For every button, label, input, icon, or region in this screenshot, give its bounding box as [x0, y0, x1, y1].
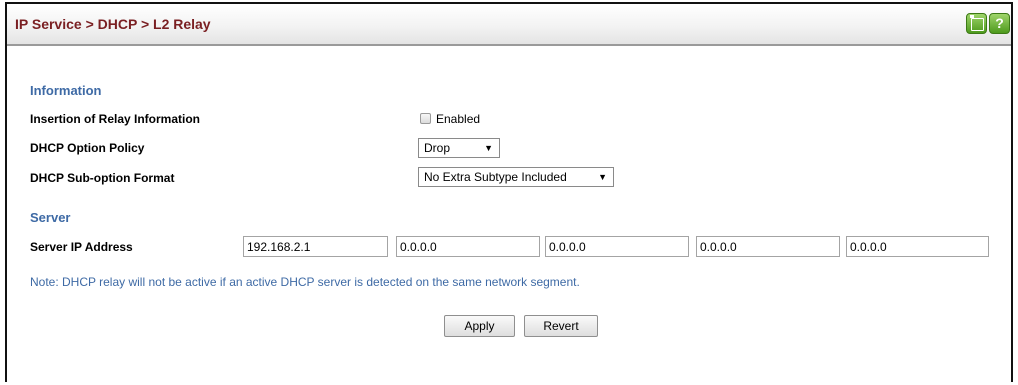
- server-ip-input-5[interactable]: [846, 236, 989, 257]
- section-information: Information: [30, 83, 102, 98]
- insertion-label: Insertion of Relay Information: [30, 112, 201, 126]
- dropdown-arrow-icon: ▼: [484, 143, 493, 153]
- server-ip-input-4[interactable]: [696, 236, 840, 257]
- server-ip-input-2[interactable]: [396, 236, 540, 257]
- help-icon[interactable]: ?: [989, 13, 1010, 34]
- title-bar: IP Service > DHCP > L2 Relay ?: [7, 4, 1011, 46]
- policy-select[interactable]: Drop ▼: [418, 138, 500, 158]
- relay-note: Note: DHCP relay will not be active if a…: [30, 275, 580, 289]
- apply-button[interactable]: Apply: [444, 315, 515, 337]
- server-ip-label: Server IP Address: [30, 240, 133, 254]
- server-ip-input-3[interactable]: [545, 236, 689, 257]
- page-title: IP Service > DHCP > L2 Relay: [15, 16, 211, 32]
- format-select[interactable]: No Extra Subtype Included ▼: [418, 167, 614, 187]
- server-ip-input-1[interactable]: [243, 236, 388, 257]
- format-label: DHCP Sub-option Format: [30, 171, 175, 185]
- policy-select-value: Drop: [424, 141, 451, 155]
- insertion-checkbox[interactable]: [420, 113, 431, 124]
- insertion-checkbox-label: Enabled: [436, 112, 481, 126]
- section-server: Server: [30, 210, 71, 225]
- revert-button[interactable]: Revert: [524, 315, 598, 337]
- dropdown-arrow-icon: ▼: [598, 172, 607, 182]
- save-icon[interactable]: [966, 13, 987, 34]
- format-select-value: No Extra Subtype Included: [424, 170, 567, 184]
- policy-label: DHCP Option Policy: [30, 141, 145, 155]
